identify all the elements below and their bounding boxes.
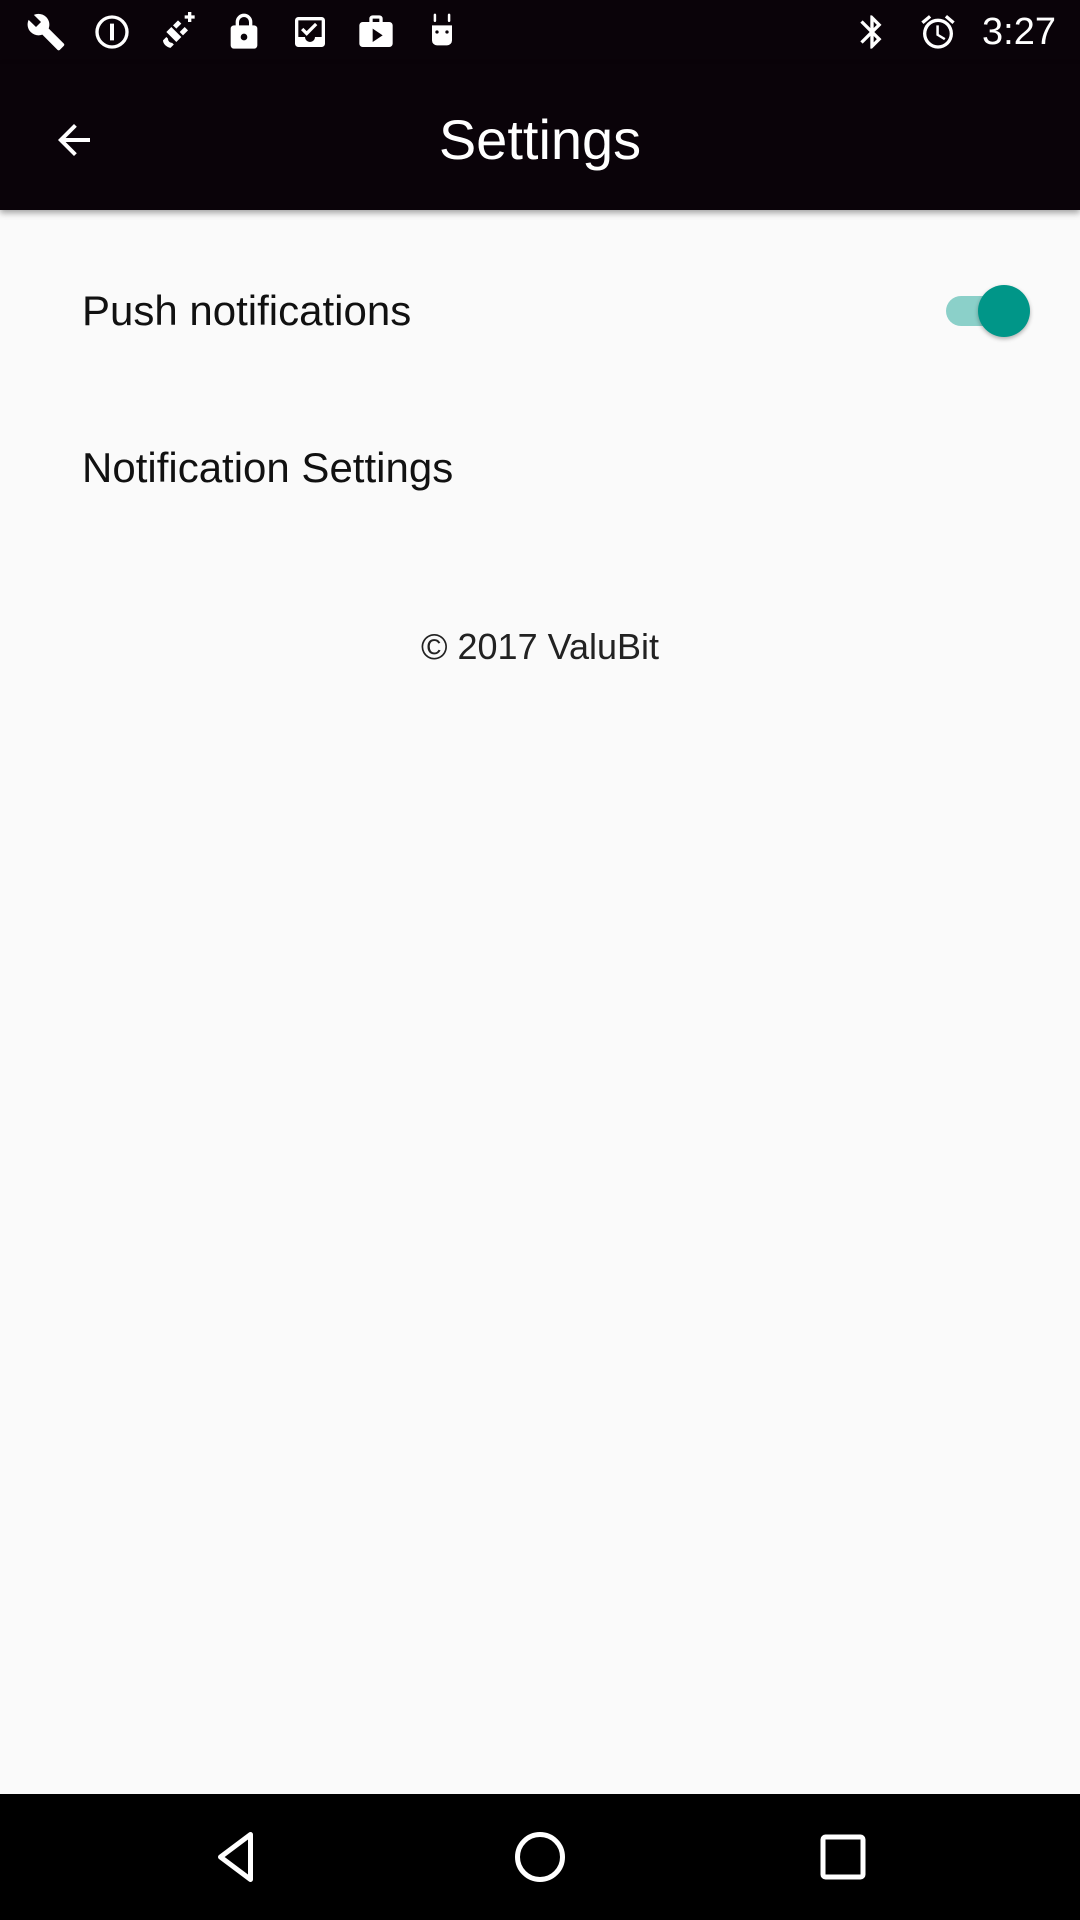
toggle-thumb <box>978 285 1030 337</box>
notification-settings-row[interactable]: Notification Settings <box>0 393 1080 543</box>
briefcase-play-icon <box>354 10 398 54</box>
page-title: Settings <box>438 108 642 171</box>
navigation-bar <box>0 1794 1080 1920</box>
alarm-icon <box>916 10 960 54</box>
inbox-tray-icon <box>288 10 332 54</box>
push-notifications-label: Push notifications <box>82 287 412 334</box>
back-triangle-icon <box>218 1832 253 1882</box>
nav-back-button[interactable] <box>203 1822 273 1892</box>
notification-settings-label: Notification Settings <box>82 444 454 491</box>
settings-screen: 3:27 Settings Push notifications Notific… <box>0 0 1080 1920</box>
copyright-text: © 2017 ValuBit <box>420 626 659 667</box>
push-notifications-row[interactable]: Push notifications <box>0 236 1080 386</box>
push-notifications-toggle[interactable] <box>938 281 1030 341</box>
nav-home-button[interactable] <box>505 1822 575 1892</box>
status-bar: 3:27 <box>0 0 1080 64</box>
app-bar: Settings <box>0 64 1080 210</box>
notification-icons <box>24 10 464 54</box>
nav-recents-button[interactable] <box>808 1822 878 1892</box>
wrench-icon <box>24 10 68 54</box>
system-icons: 3:27 <box>850 10 1056 54</box>
home-circle-icon <box>515 1832 565 1882</box>
bluetooth-icon <box>850 10 894 54</box>
clock: 3:27 <box>982 11 1056 53</box>
satellite-fake-gps-icon <box>156 10 200 54</box>
android-icon <box>420 10 464 54</box>
info-circle-icon <box>90 10 134 54</box>
lock-icon <box>222 10 266 54</box>
recents-square-icon <box>820 1834 866 1880</box>
